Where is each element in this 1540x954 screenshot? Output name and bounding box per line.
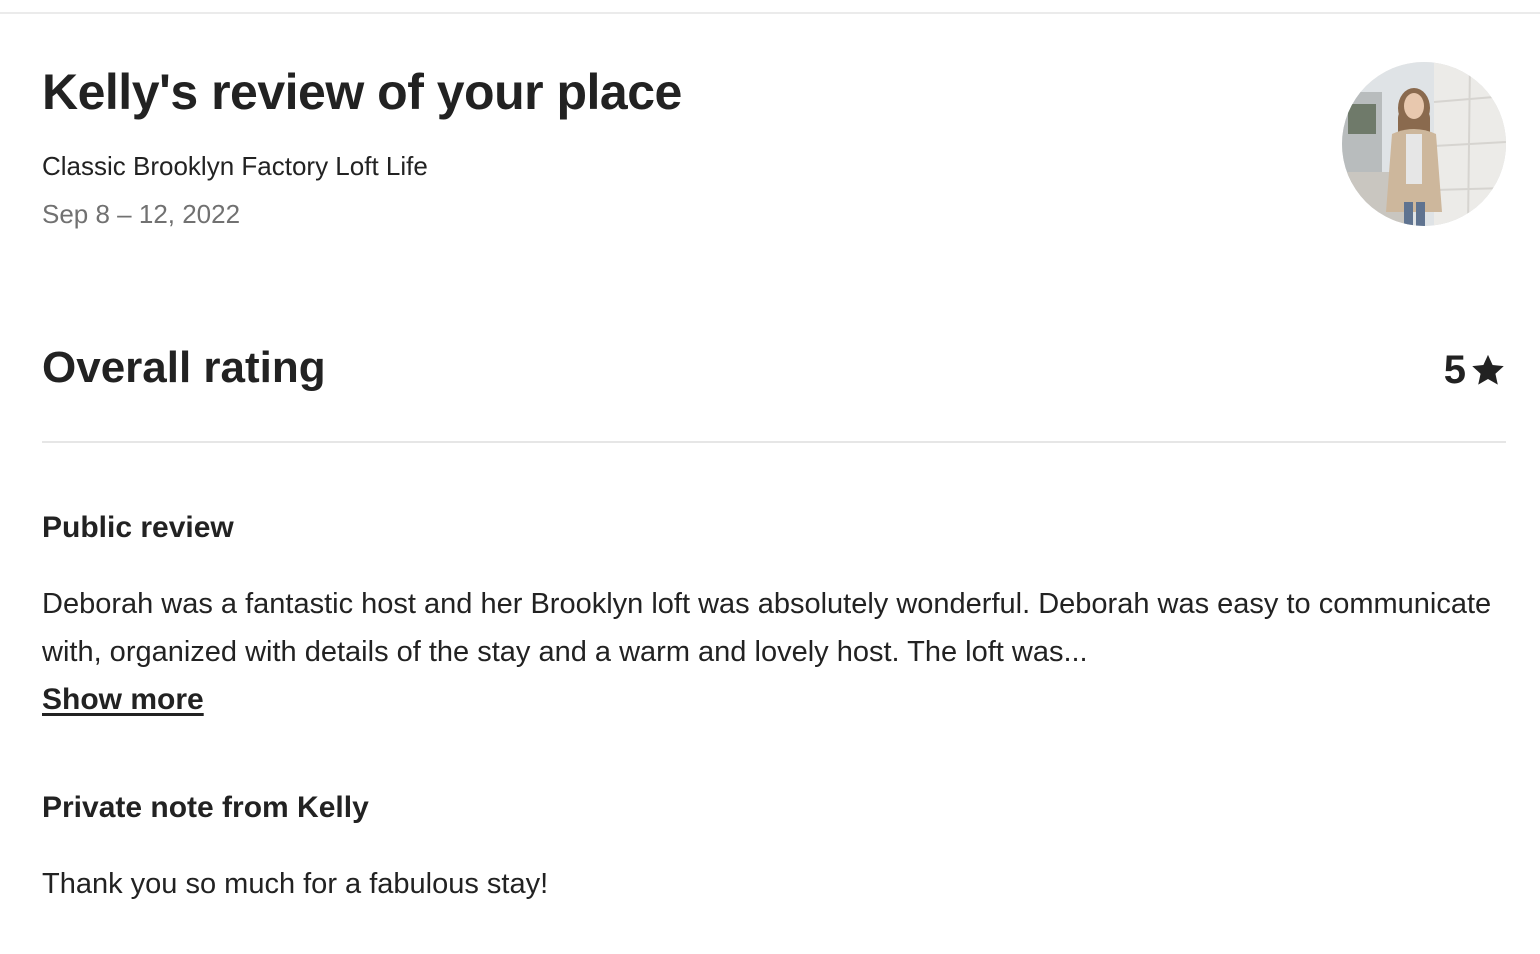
private-note-heading: Private note from Kelly bbox=[42, 791, 369, 824]
review-header: Kelly's review of your place Classic Bro… bbox=[42, 0, 1506, 240]
overall-rating-value-group: 5 bbox=[1444, 340, 1506, 400]
listing-name: Classic Brooklyn Factory Loft Life bbox=[42, 151, 428, 181]
section-divider bbox=[42, 441, 1506, 443]
public-review-heading: Public review bbox=[42, 511, 234, 544]
public-review-text: Deborah was a fantastic host and her Bro… bbox=[42, 588, 1492, 668]
stay-dates: Sep 8 – 12, 2022 bbox=[42, 199, 241, 229]
review-detail-panel: Kelly's review of your place Classic Bro… bbox=[42, 0, 1506, 954]
overall-rating-label: Overall rating bbox=[42, 343, 326, 392]
overall-rating-value: 5 bbox=[1443, 348, 1466, 392]
overall-rating-row: Overall rating 5 bbox=[42, 336, 1506, 402]
reviewer-avatar-icon bbox=[1342, 62, 1506, 226]
star-icon bbox=[1472, 354, 1504, 385]
private-note-text: Thank you so much for a fabulous stay! bbox=[42, 868, 549, 900]
avatar[interactable] bbox=[1342, 62, 1506, 226]
page-title: Kelly's review of your place bbox=[42, 64, 682, 120]
show-more-button[interactable]: Show more bbox=[42, 676, 204, 724]
